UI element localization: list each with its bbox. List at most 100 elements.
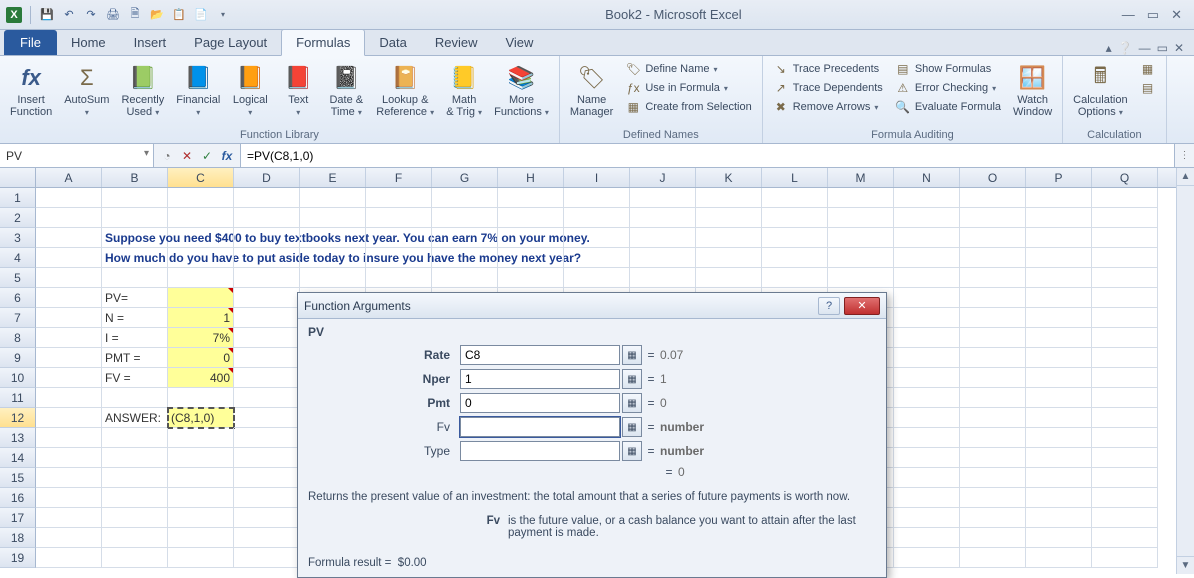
cell[interactable]: [894, 288, 960, 308]
cell[interactable]: [234, 188, 300, 208]
col-header[interactable]: F: [366, 168, 432, 187]
enter-icon[interactable]: ✓: [198, 147, 216, 165]
qat-icon-5[interactable]: 🗎: [127, 7, 143, 23]
cell[interactable]: [102, 428, 168, 448]
cell[interactable]: [1092, 388, 1158, 408]
cell[interactable]: [36, 468, 102, 488]
create-from-selection-button[interactable]: ▦Create from Selection: [621, 98, 755, 116]
cell[interactable]: [1092, 248, 1158, 268]
cell[interactable]: [960, 288, 1026, 308]
more-functions-button[interactable]: 📚More Functions ▾: [490, 60, 553, 127]
cell[interactable]: [1026, 208, 1092, 228]
cell[interactable]: [1026, 348, 1092, 368]
cell[interactable]: [168, 488, 234, 508]
cell[interactable]: [894, 268, 960, 288]
cell[interactable]: [168, 228, 234, 248]
cell[interactable]: [1092, 348, 1158, 368]
date-time-button[interactable]: 📓Date & Time ▾: [324, 60, 368, 127]
row-header[interactable]: 1: [0, 188, 36, 208]
cell[interactable]: [1092, 508, 1158, 528]
row-header[interactable]: 10: [0, 368, 36, 388]
cell[interactable]: [696, 208, 762, 228]
doc-close-icon[interactable]: ✕: [1174, 41, 1184, 55]
cell[interactable]: [1092, 428, 1158, 448]
cell[interactable]: FV =: [102, 368, 168, 388]
cell[interactable]: [1092, 488, 1158, 508]
define-name-button[interactable]: 🏷Define Name ▾: [621, 60, 755, 78]
cell[interactable]: [102, 448, 168, 468]
cell[interactable]: [1092, 188, 1158, 208]
cell[interactable]: [36, 508, 102, 528]
cell[interactable]: [1026, 288, 1092, 308]
cell[interactable]: [234, 528, 300, 548]
cell[interactable]: [1092, 448, 1158, 468]
cell[interactable]: [1092, 288, 1158, 308]
cell[interactable]: [894, 208, 960, 228]
col-header[interactable]: B: [102, 168, 168, 187]
arg-input-rate[interactable]: [460, 345, 620, 365]
row-header[interactable]: 15: [0, 468, 36, 488]
qat-icon-4[interactable]: 🖨: [105, 7, 121, 23]
col-header[interactable]: J: [630, 168, 696, 187]
cell[interactable]: [960, 408, 1026, 428]
cell[interactable]: [696, 268, 762, 288]
cell[interactable]: [36, 388, 102, 408]
cell[interactable]: [894, 448, 960, 468]
cell[interactable]: [432, 208, 498, 228]
range-select-icon[interactable]: ▦: [622, 417, 642, 437]
col-header[interactable]: Q: [1092, 168, 1158, 187]
cell[interactable]: [102, 208, 168, 228]
row-header[interactable]: 11: [0, 388, 36, 408]
cell[interactable]: [1092, 408, 1158, 428]
row-header[interactable]: 16: [0, 488, 36, 508]
fx-icon[interactable]: fx: [218, 147, 236, 165]
col-header[interactable]: I: [564, 168, 630, 187]
cell[interactable]: [234, 248, 300, 268]
lookup-button[interactable]: 📔Lookup & Reference ▾: [372, 60, 438, 127]
cell[interactable]: [366, 268, 432, 288]
cell[interactable]: [1026, 228, 1092, 248]
save-icon[interactable]: 💾: [39, 7, 55, 23]
range-select-icon[interactable]: ▦: [622, 369, 642, 389]
cell[interactable]: [630, 208, 696, 228]
cell[interactable]: [894, 488, 960, 508]
cell[interactable]: [36, 428, 102, 448]
range-icon[interactable]: ◔: [158, 147, 176, 165]
cell[interactable]: [894, 308, 960, 328]
cell[interactable]: [234, 468, 300, 488]
cell[interactable]: [168, 248, 234, 268]
tab-page-layout[interactable]: Page Layout: [180, 30, 281, 55]
cell[interactable]: [432, 248, 498, 268]
cell[interactable]: [102, 188, 168, 208]
error-checking-button[interactable]: ⚠Error Checking ▾: [891, 79, 1005, 97]
tab-review[interactable]: Review: [421, 30, 492, 55]
cell[interactable]: [1026, 388, 1092, 408]
cell[interactable]: [498, 208, 564, 228]
row-header[interactable]: 7: [0, 308, 36, 328]
row-header[interactable]: 2: [0, 208, 36, 228]
cell[interactable]: [828, 248, 894, 268]
cell[interactable]: [168, 508, 234, 528]
cell[interactable]: PV=: [102, 288, 168, 308]
cell[interactable]: [234, 388, 300, 408]
cell[interactable]: [36, 208, 102, 228]
col-header[interactable]: N: [894, 168, 960, 187]
cell[interactable]: [36, 348, 102, 368]
cell[interactable]: [234, 308, 300, 328]
cell[interactable]: [168, 268, 234, 288]
row-header[interactable]: 3: [0, 228, 36, 248]
qat-customize-icon[interactable]: ▾: [215, 7, 231, 23]
minimize-ribbon-icon[interactable]: ▴: [1106, 41, 1112, 55]
cell[interactable]: [36, 288, 102, 308]
chevron-down-icon[interactable]: ▾: [144, 148, 149, 159]
insert-function-button[interactable]: fxInsert Function: [6, 60, 56, 127]
cell[interactable]: [1026, 308, 1092, 328]
tab-file[interactable]: File: [4, 30, 57, 55]
cell[interactable]: [828, 188, 894, 208]
cell[interactable]: [960, 348, 1026, 368]
logical-button[interactable]: 📙Logical▾: [228, 60, 272, 127]
cell[interactable]: [960, 248, 1026, 268]
autosum-button[interactable]: ΣAutoSum▾: [60, 60, 113, 127]
cell[interactable]: [234, 448, 300, 468]
cell[interactable]: [168, 288, 234, 308]
